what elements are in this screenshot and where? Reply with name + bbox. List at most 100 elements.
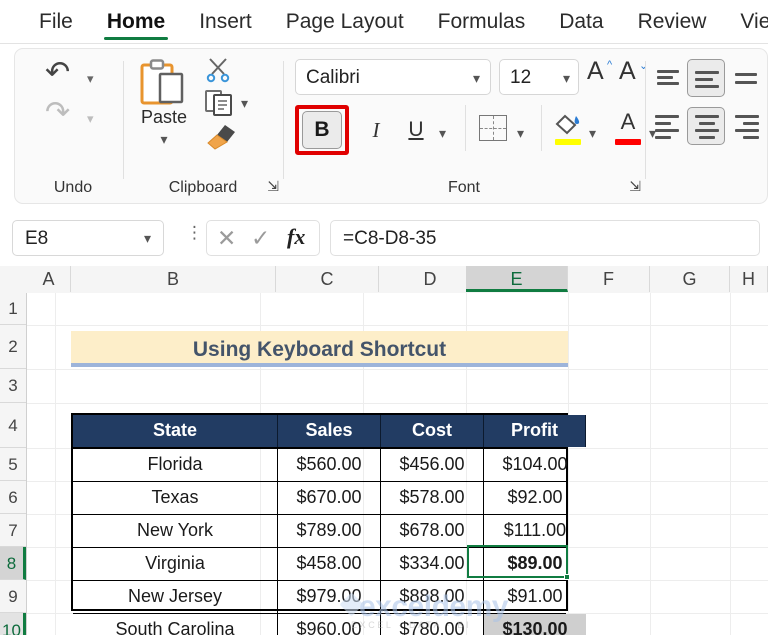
check-icon[interactable]: ✓ bbox=[251, 225, 270, 252]
ribbon-tab-insert[interactable]: Insert bbox=[182, 0, 269, 44]
font-size-dropdown-icon[interactable]: ▾ bbox=[563, 70, 570, 87]
table-cell-cost[interactable]: $678.00 bbox=[381, 515, 484, 547]
table-header-sales[interactable]: Sales bbox=[278, 415, 381, 447]
column-header-G[interactable]: G bbox=[650, 266, 730, 292]
row-header-4[interactable]: 4 bbox=[0, 403, 26, 448]
decrease-font-size-icon[interactable]: A bbox=[619, 57, 636, 86]
table-cell-sales[interactable]: $979.00 bbox=[278, 581, 381, 613]
table-cell-state[interactable]: South Carolina bbox=[73, 614, 278, 635]
clipboard-dialog-launcher-icon[interactable]: ⇲ bbox=[267, 178, 279, 195]
close-icon[interactable]: ✕ bbox=[217, 225, 236, 252]
align-bottom-button[interactable] bbox=[731, 61, 765, 93]
italic-button[interactable]: I bbox=[359, 111, 393, 149]
row-header-5[interactable]: 5 bbox=[0, 448, 26, 481]
ribbon-tab-data[interactable]: Data bbox=[542, 0, 620, 44]
bold-button[interactable]: B bbox=[302, 111, 342, 149]
formula-bar-overflow-icon[interactable]: ⋮ bbox=[186, 224, 203, 241]
table-row[interactable]: Virginia $458.00 $334.00 $89.00 bbox=[73, 548, 566, 581]
redo-dropdown-icon[interactable]: ▾ bbox=[87, 111, 94, 127]
table-cell-sales[interactable]: $960.00 bbox=[278, 614, 381, 635]
ribbon-tab-formulas[interactable]: Formulas bbox=[421, 0, 543, 44]
name-box[interactable]: E8 ▾ bbox=[12, 220, 164, 256]
font-name-input[interactable]: Calibri ▾ bbox=[295, 59, 491, 95]
align-top-button[interactable] bbox=[651, 61, 685, 93]
table-cell-cost[interactable]: $780.00 bbox=[381, 614, 484, 635]
fill-color-icon[interactable] bbox=[553, 111, 583, 151]
row-header-3[interactable]: 3 bbox=[0, 369, 26, 403]
column-header-B[interactable]: B bbox=[71, 266, 276, 292]
table-cell-profit[interactable]: $89.00 bbox=[484, 548, 586, 580]
table-row[interactable]: Florida $560.00 $456.00 $104.00 bbox=[73, 449, 568, 482]
table-cell-profit[interactable]: $104.00 bbox=[484, 449, 586, 481]
font-size-input[interactable]: 12 ▾ bbox=[499, 59, 579, 95]
font-name-dropdown-icon[interactable]: ▾ bbox=[473, 70, 480, 87]
table-header-profit[interactable]: Profit bbox=[484, 415, 586, 447]
table-cell-sales[interactable]: $560.00 bbox=[278, 449, 381, 481]
row-header-2[interactable]: 2 bbox=[0, 325, 26, 369]
table-cell-cost[interactable]: $334.00 bbox=[381, 548, 484, 580]
align-right-button[interactable] bbox=[731, 109, 765, 141]
ribbon-tab-review[interactable]: Review bbox=[621, 0, 724, 44]
table-cell-profit[interactable]: $130.00 bbox=[484, 614, 586, 635]
ribbon-tab-page-layout[interactable]: Page Layout bbox=[269, 0, 421, 44]
row-header-7[interactable]: 7 bbox=[0, 514, 26, 547]
table-cell-sales[interactable]: $458.00 bbox=[278, 548, 381, 580]
row-header-8[interactable]: 8 bbox=[0, 547, 26, 580]
font-dialog-launcher-icon[interactable]: ⇲ bbox=[629, 178, 641, 195]
undo-dropdown-icon[interactable]: ▾ bbox=[87, 71, 94, 87]
ribbon-tab-view[interactable]: View bbox=[723, 0, 768, 44]
table-row[interactable]: New York $789.00 $678.00 $111.00 bbox=[73, 515, 566, 548]
table-cell-cost[interactable]: $456.00 bbox=[381, 449, 484, 481]
underline-button[interactable]: U bbox=[399, 111, 433, 149]
row-header-10[interactable]: 10 bbox=[0, 613, 26, 635]
table-row[interactable]: South Carolina $960.00 $780.00 $130.00 bbox=[73, 614, 586, 635]
table-cell-state[interactable]: Virginia bbox=[73, 548, 278, 580]
copy-icon[interactable] bbox=[205, 89, 235, 122]
table-cell-state[interactable]: Texas bbox=[73, 482, 278, 514]
redo-icon[interactable]: ↷ bbox=[45, 95, 70, 130]
column-header-C[interactable]: C bbox=[276, 266, 379, 292]
table-header-state[interactable]: State bbox=[73, 415, 278, 447]
name-box-dropdown-icon[interactable]: ▾ bbox=[144, 230, 151, 247]
table-row[interactable]: New Jersey $979.00 $888.00 $91.00 bbox=[73, 581, 566, 614]
table-cell-sales[interactable]: $789.00 bbox=[278, 515, 381, 547]
underline-dropdown-icon[interactable]: ▾ bbox=[439, 125, 446, 142]
table-cell-cost[interactable]: $578.00 bbox=[381, 482, 484, 514]
sheet-area[interactable]: Using Keyboard Shortcut State Sales Cost Pr… bbox=[27, 293, 768, 635]
copy-dropdown-icon[interactable]: ▾ bbox=[241, 95, 248, 112]
font-color-icon[interactable]: A bbox=[613, 109, 643, 151]
paste-icon[interactable] bbox=[140, 59, 186, 107]
align-center-button[interactable] bbox=[687, 107, 725, 145]
table-cell-profit[interactable]: $91.00 bbox=[484, 581, 586, 613]
paste-dropdown-icon[interactable]: ▾ bbox=[133, 131, 195, 148]
table-cell-state[interactable]: New Jersey bbox=[73, 581, 278, 613]
borders-icon[interactable] bbox=[479, 115, 507, 141]
table-cell-profit[interactable]: $92.00 bbox=[484, 482, 586, 514]
align-left-button[interactable] bbox=[651, 109, 685, 141]
table-cell-profit[interactable]: $111.00 bbox=[484, 515, 586, 547]
table-cell-state[interactable]: New York bbox=[73, 515, 278, 547]
scissors-icon[interactable] bbox=[205, 57, 231, 88]
table-cell-state[interactable]: Florida bbox=[73, 449, 278, 481]
title-banner[interactable]: Using Keyboard Shortcut bbox=[71, 331, 568, 367]
borders-dropdown-icon[interactable]: ▾ bbox=[517, 125, 524, 142]
column-header-A[interactable]: A bbox=[27, 266, 71, 292]
table-header-cost[interactable]: Cost bbox=[381, 415, 484, 447]
fill-color-dropdown-icon[interactable]: ▾ bbox=[589, 125, 596, 142]
row-header-6[interactable]: 6 bbox=[0, 481, 26, 514]
table-row[interactable]: Texas $670.00 $578.00 $92.00 bbox=[73, 482, 566, 515]
paintbrush-icon[interactable] bbox=[205, 123, 237, 156]
column-header-H[interactable]: H bbox=[730, 266, 768, 292]
increase-font-size-icon[interactable]: A bbox=[587, 57, 604, 86]
formula-input[interactable]: =C8-D8-35 bbox=[330, 220, 760, 256]
ribbon-tab-file[interactable]: File bbox=[22, 0, 90, 44]
table-cell-sales[interactable]: $670.00 bbox=[278, 482, 381, 514]
ribbon-tab-home[interactable]: Home bbox=[90, 0, 182, 44]
align-middle-button[interactable] bbox=[687, 59, 725, 97]
fx-icon[interactable]: fx bbox=[287, 224, 305, 250]
column-header-F[interactable]: F bbox=[568, 266, 650, 292]
paste-label[interactable]: Paste bbox=[133, 107, 195, 128]
row-header-1[interactable]: 1 bbox=[0, 293, 26, 325]
row-header-9[interactable]: 9 bbox=[0, 580, 26, 613]
undo-icon[interactable]: ↶ bbox=[45, 55, 70, 90]
